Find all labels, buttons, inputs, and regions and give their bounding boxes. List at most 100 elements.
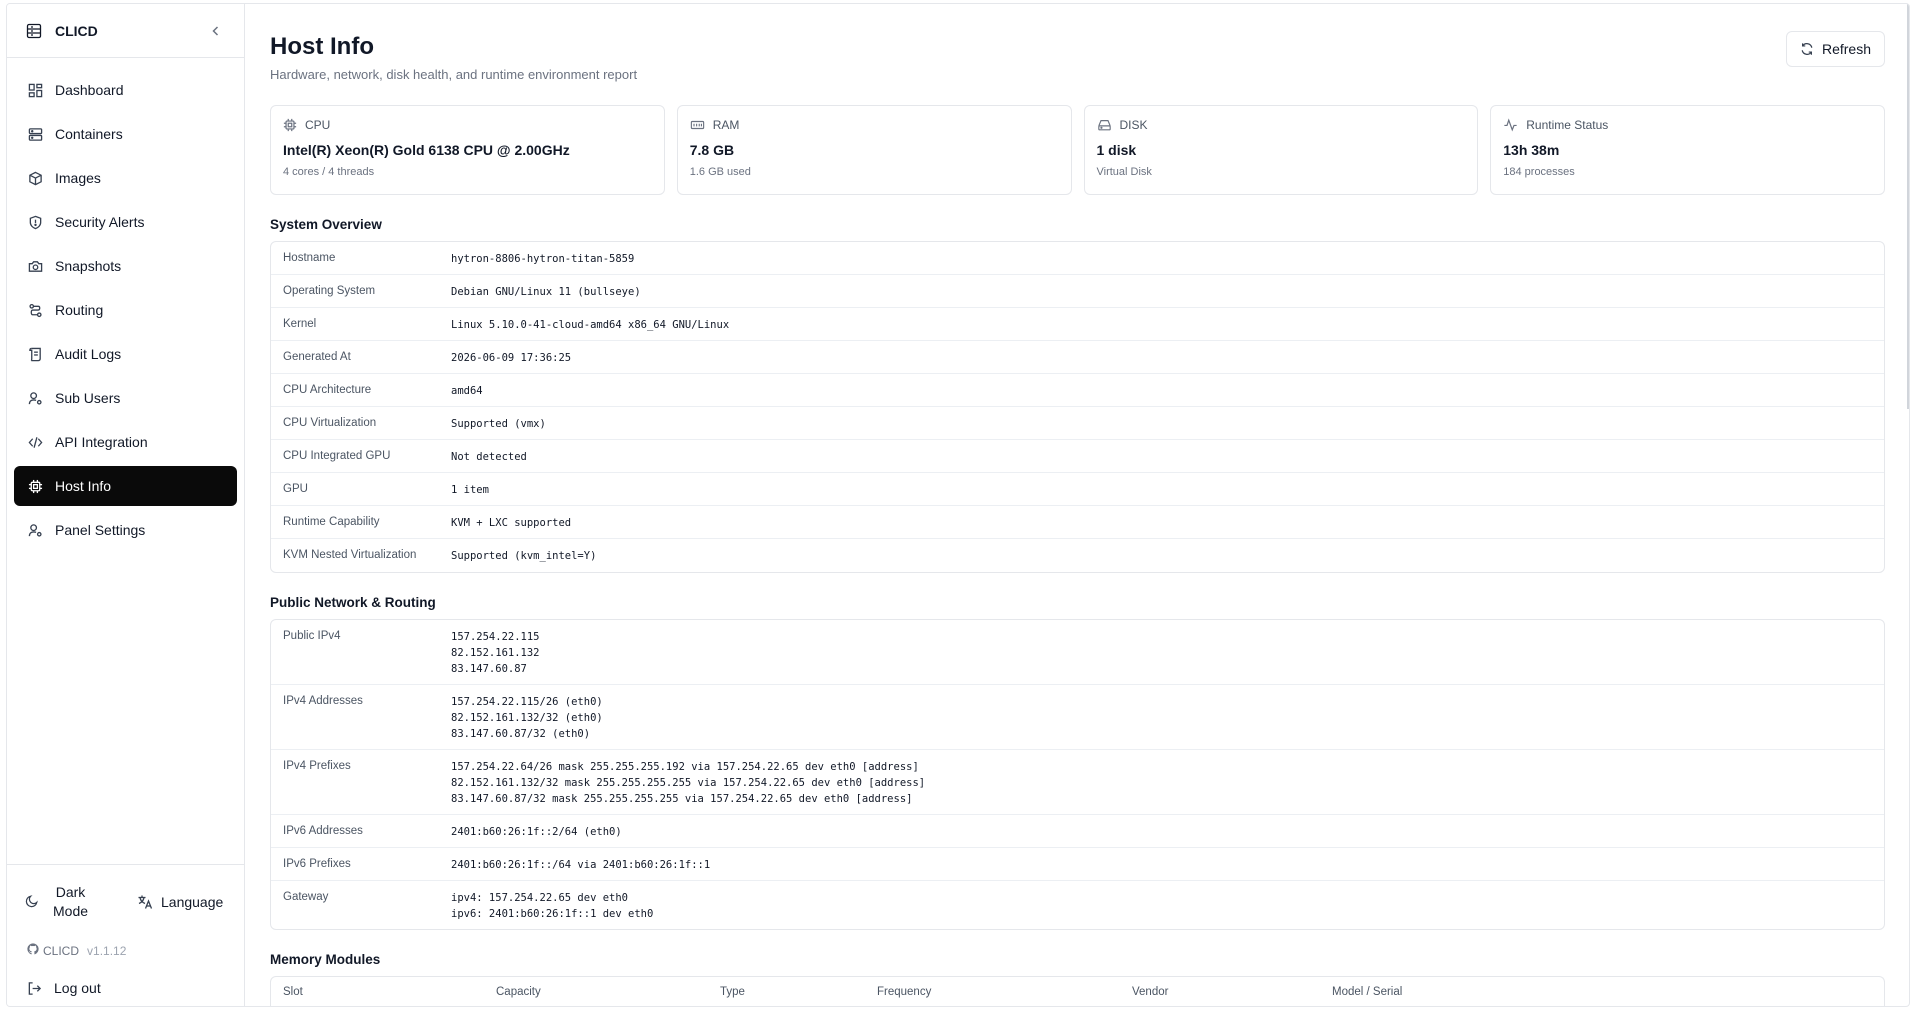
- sidebar-footer: Dark Mode Language CLICD v1.1.12 Log out: [7, 864, 244, 1006]
- table-row: KVM Nested Virtualization Supported (kvm_…: [271, 539, 1884, 572]
- table-row: IPv4 Addresses 157.254.22.115/26 (eth0) 8…: [271, 685, 1884, 750]
- sidebar-item-dashboard[interactable]: Dashboard: [14, 70, 237, 110]
- brand-title: CLICD: [55, 22, 98, 39]
- sidebar-item-label: Images: [55, 170, 101, 186]
- row-key: Generated At: [283, 351, 351, 363]
- version-app-name[interactable]: CLICD: [43, 944, 79, 958]
- network-table: Public IPv4 157.254.22.115 82.152.161.132…: [270, 619, 1885, 930]
- row-key: IPv4 Prefixes: [283, 760, 351, 772]
- server-icon: [27, 126, 43, 142]
- chevron-left-icon[interactable]: [206, 21, 226, 41]
- row-value: Supported (vmx): [451, 418, 546, 430]
- hard-drive-icon: [1097, 118, 1112, 132]
- sidebar-item-security-alerts[interactable]: Security Alerts: [14, 202, 237, 242]
- logout-label: Log out: [54, 980, 101, 996]
- brand-header: CLICD: [7, 4, 244, 58]
- table-header-row: Slot Capacity Type Frequency Vendor Mode…: [271, 977, 1884, 1006]
- sidebar-item-panel-settings[interactable]: Panel Settings: [14, 510, 237, 550]
- language-icon: [137, 894, 153, 910]
- row-key: CPU Architecture: [283, 384, 372, 396]
- card-disk: DISK 1 disk Virtual Disk: [1083, 105, 1479, 195]
- user-cog-icon: [27, 390, 43, 406]
- card-label: RAM: [712, 118, 740, 132]
- column-header-vendor: Vendor: [1132, 986, 1169, 998]
- logout-icon: [27, 981, 42, 996]
- row-value: 2401:b60:26:1f::2/64 (eth0): [451, 826, 622, 838]
- sidebar-item-containers[interactable]: Containers: [14, 114, 237, 154]
- sidebar-item-snapshots[interactable]: Snapshots: [14, 246, 237, 286]
- row-key: Runtime Capability: [283, 516, 380, 528]
- row-key: KVM Nested Virtualization: [283, 549, 417, 561]
- github-icon: [27, 943, 39, 958]
- card-value: Intel(R) Xeon(R) Gold 6138 CPU @ 2.00GHz: [283, 142, 570, 158]
- sidebar-item-api-integration[interactable]: API Integration: [14, 422, 237, 462]
- memory-icon: [690, 118, 705, 132]
- system-overview-title: System Overview: [270, 217, 382, 232]
- row-value: 157.254.22.115/26 (eth0) 82.152.161.132/…: [451, 696, 603, 740]
- table-row: Hostname hytron-8806-hytron-titan-5859: [271, 242, 1884, 275]
- row-key: CPU Virtualization: [283, 417, 377, 429]
- card-label: DISK: [1119, 118, 1148, 132]
- column-header-type: Type: [720, 986, 745, 998]
- memory-modules-title: Memory Modules: [270, 952, 381, 967]
- code-icon: [27, 434, 43, 450]
- card-cpu: CPU Intel(R) Xeon(R) Gold 6138 CPU @ 2.0…: [270, 105, 665, 195]
- card-label: CPU: [305, 118, 331, 132]
- version-info: CLICD v1.1.12: [19, 943, 232, 958]
- network-section-title: Public Network & Routing: [270, 595, 436, 610]
- page-header: Host Info Hardware, network, disk health…: [270, 28, 1885, 82]
- table-row: CPU Integrated GPU Not detected: [271, 440, 1884, 473]
- row-key: Gateway: [283, 891, 329, 903]
- table-row: CPU Virtualization Supported (vmx): [271, 407, 1884, 440]
- user-cog-icon: [27, 522, 43, 538]
- sidebar-item-host-info[interactable]: Host Info: [14, 466, 237, 506]
- table-row: IPv6 Prefixes 2401:b60:26:1f::/64 via 240…: [271, 848, 1884, 881]
- summary-cards: CPU Intel(R) Xeon(R) Gold 6138 CPU @ 2.0…: [270, 105, 1885, 195]
- route-icon: [27, 302, 43, 318]
- sidebar-item-audit-logs[interactable]: Audit Logs: [14, 334, 237, 374]
- row-value: 2401:b60:26:1f::/64 via 2401:b60:26:1f::…: [451, 859, 711, 871]
- sidebar: CLICD Dashboard Containers Images Securi…: [7, 4, 245, 1006]
- card-subtext: Virtual Disk: [1096, 166, 1152, 178]
- dashboard-icon: [27, 82, 43, 98]
- sidebar-item-images[interactable]: Images: [14, 158, 237, 198]
- dark-mode-toggle[interactable]: Dark Mode: [19, 883, 129, 921]
- language-label: Language: [161, 894, 224, 910]
- table-row: Runtime Capability KVM + LXC supported: [271, 506, 1884, 539]
- memory-modules-table: Slot Capacity Type Frequency Vendor Mode…: [270, 976, 1885, 1006]
- version-number: v1.1.12: [87, 943, 127, 958]
- server-logo-icon: [25, 22, 43, 40]
- row-key: Public IPv4: [283, 630, 341, 642]
- row-value: 2026-06-09 17:36:25: [451, 352, 572, 364]
- sidebar-item-label: Panel Settings: [55, 522, 146, 538]
- scrollbar-thumb[interactable]: [1907, 4, 1909, 409]
- refresh-button[interactable]: Refresh: [1785, 31, 1885, 67]
- table-row: IPv6 Addresses 2401:b60:26:1f::2/64 (eth0…: [271, 815, 1884, 848]
- card-value: 7.8 GB: [689, 142, 735, 158]
- table-row: CPU Architecture amd64: [271, 374, 1884, 407]
- column-header-capacity: Capacity: [496, 986, 541, 998]
- moon-icon: [25, 894, 39, 911]
- sidebar-nav: Dashboard Containers Images Security Ale…: [7, 58, 244, 864]
- main-content: Host Info Hardware, network, disk health…: [245, 4, 1909, 1006]
- camera-icon: [27, 258, 43, 274]
- card-runtime-status: Runtime Status 13h 38m 184 processes: [1490, 105, 1885, 195]
- row-key: Operating System: [283, 285, 376, 297]
- cpu-icon: [27, 478, 43, 494]
- row-value: 157.254.22.115 82.152.161.132 83.147.60.…: [451, 631, 540, 675]
- table-row: Operating System Debian GNU/Linux 11 (bul…: [271, 275, 1884, 308]
- table-row: Gateway ipv4: 157.254.22.65 dev eth0 ipv6…: [271, 881, 1884, 929]
- logout-button[interactable]: Log out: [19, 980, 232, 996]
- card-value: 1 disk: [1096, 142, 1137, 158]
- row-key: Hostname: [283, 252, 336, 264]
- sidebar-item-label: Audit Logs: [55, 346, 122, 362]
- sidebar-item-label: Dashboard: [55, 82, 124, 98]
- card-subtext: 184 processes: [1503, 166, 1575, 178]
- sidebar-item-routing[interactable]: Routing: [14, 290, 237, 330]
- language-button[interactable]: Language: [137, 894, 223, 910]
- refresh-icon: [1800, 42, 1814, 56]
- page-title: Host Info: [270, 33, 374, 60]
- sidebar-item-sub-users[interactable]: Sub Users: [14, 378, 237, 418]
- row-value: Debian GNU/Linux 11 (bullseye): [451, 286, 641, 298]
- table-row: Public IPv4 157.254.22.115 82.152.161.132…: [271, 620, 1884, 685]
